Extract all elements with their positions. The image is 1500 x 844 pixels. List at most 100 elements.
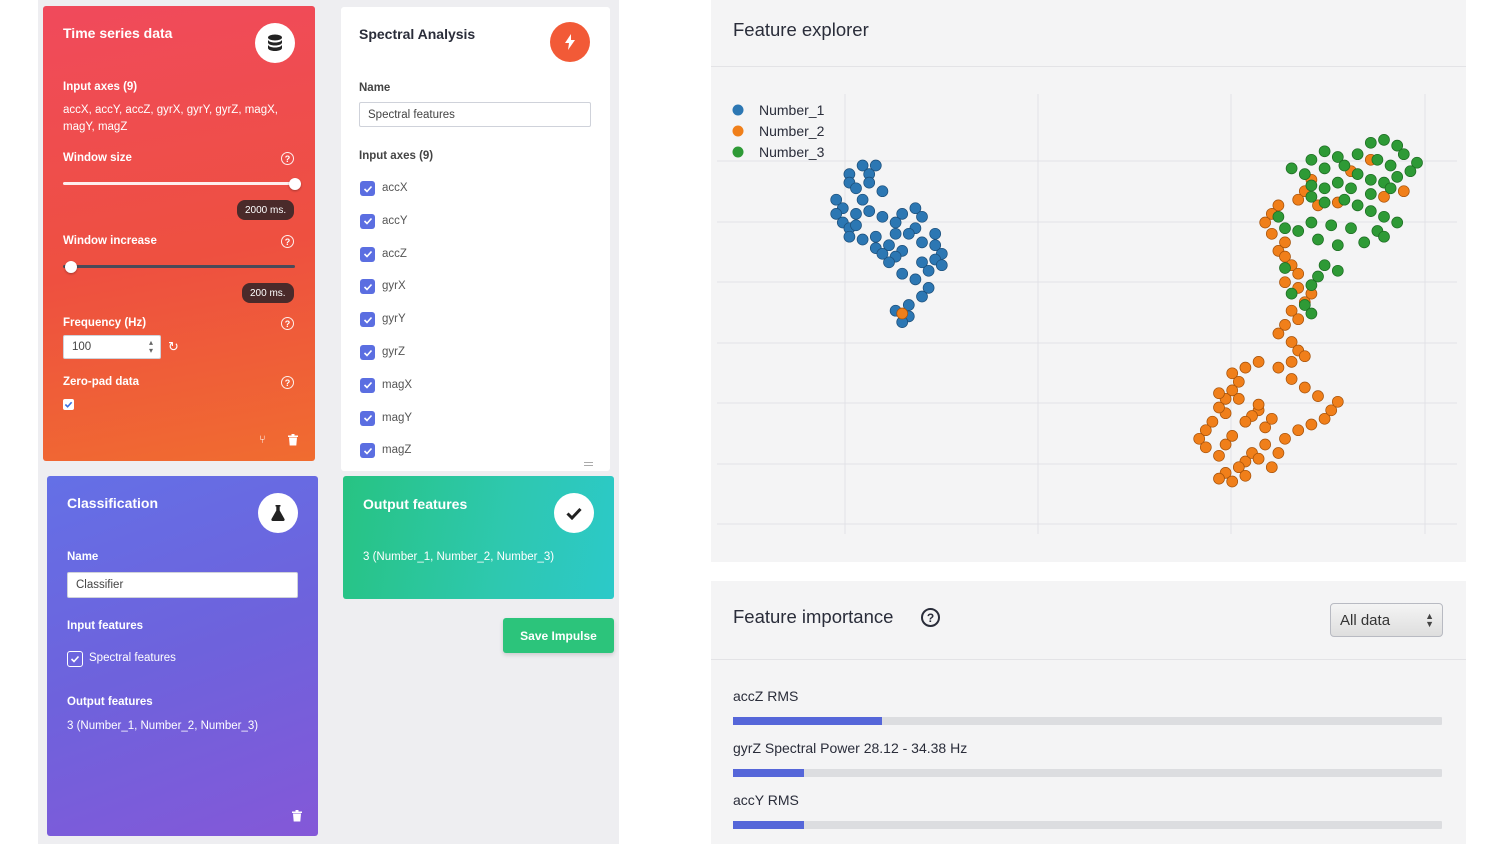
axis-checkbox-accZ[interactable] (360, 246, 375, 262)
scatter-point-number-1[interactable] (876, 185, 889, 198)
scatter-point-number-2[interactable] (1272, 327, 1285, 340)
scatter-point-number-2[interactable] (1265, 227, 1278, 240)
scatter-point-number-3[interactable] (1331, 239, 1344, 252)
scatter-point-number-2[interactable] (1239, 415, 1252, 428)
legend-label[interactable]: Number_2 (759, 123, 825, 139)
scatter-point-number-3[interactable] (1312, 233, 1324, 246)
scatter-point-number-3[interactable] (1272, 210, 1285, 223)
scatter-point-number-1[interactable] (850, 219, 862, 232)
scatter-point-number-3[interactable] (1371, 153, 1384, 166)
scatter-point-number-2[interactable] (1285, 356, 1298, 368)
axis-checkbox-gyrZ[interactable] (360, 345, 375, 360)
scatter-point-number-2[interactable] (1226, 475, 1239, 488)
scatter-point-number-2[interactable] (1213, 449, 1225, 462)
scatter-point-number-1[interactable] (916, 236, 928, 249)
scatter-point-number-1[interactable] (889, 227, 902, 240)
scatter-point-number-3[interactable] (1318, 182, 1331, 195)
scatter-point-number-2[interactable] (1213, 401, 1225, 414)
scatter-point-number-3[interactable] (1318, 145, 1331, 158)
axis-checkbox-accY[interactable] (360, 213, 375, 229)
window-size-slider[interactable] (63, 182, 295, 185)
scatter-point-number-2[interactable] (1259, 438, 1272, 451)
scatter-point-number-1[interactable] (856, 193, 869, 206)
scatter-point-number-3[interactable] (1279, 222, 1291, 235)
scatter-point-number-1[interactable] (909, 273, 922, 286)
help-icon[interactable]: ? (921, 608, 940, 627)
scatter-point-number-1[interactable] (869, 159, 882, 172)
axis-checkbox-magZ[interactable] (360, 443, 375, 459)
axis-checkbox-magX[interactable] (360, 377, 375, 393)
scatter-point-number-3[interactable] (1318, 162, 1331, 175)
spectral-name-input[interactable]: Spectral features (359, 102, 591, 127)
scatter-point-number-3[interactable] (1351, 148, 1364, 161)
refresh-icon[interactable]: ↻ (168, 339, 179, 355)
lightning-icon[interactable] (550, 22, 590, 62)
scatter-point-number-1[interactable] (916, 290, 928, 303)
scatter-point-number-2[interactable] (1199, 441, 1212, 454)
scatter-point-number-3[interactable] (1285, 287, 1298, 300)
scatter-point-number-2[interactable] (1259, 216, 1272, 229)
scatter-point-number-3[interactable] (1397, 148, 1410, 161)
check-icon[interactable] (554, 493, 594, 533)
scatter-point-number-2[interactable] (1252, 398, 1265, 411)
help-icon[interactable]: ? (281, 235, 294, 248)
scatter-point-number-3[interactable] (1305, 307, 1318, 320)
scatter-point-number-2[interactable] (1298, 350, 1311, 363)
scatter-point-number-1[interactable] (850, 182, 862, 195)
scatter-point-number-2[interactable] (1213, 387, 1225, 400)
scatter-point-number-1[interactable] (876, 247, 889, 260)
scatter-point-number-3[interactable] (1378, 134, 1390, 146)
scatter-point-number-2[interactable] (1272, 361, 1285, 374)
scatter-point-number-2[interactable] (1279, 432, 1291, 445)
scatter-point-number-3[interactable] (1384, 182, 1397, 195)
scatter-point-number-3[interactable] (1351, 168, 1364, 180)
scatter-point-number-1[interactable] (843, 230, 856, 243)
feature-explorer-scatter-plot[interactable]: Number_1 Number_2 Number_3 (711, 70, 1466, 560)
scatter-point-number-3[interactable] (1391, 171, 1404, 183)
scatter-point-number-3[interactable] (1364, 136, 1377, 149)
scatter-point-number-2[interactable] (1292, 193, 1305, 206)
scatter-point-number-1[interactable] (929, 227, 942, 240)
scatter-point-number-2[interactable] (1252, 452, 1265, 465)
scatter-point-number-3[interactable] (1391, 216, 1404, 229)
legend-label[interactable]: Number_1 (759, 102, 825, 118)
scatter-point-number-3[interactable] (1378, 230, 1390, 243)
help-icon[interactable]: ? (281, 376, 294, 389)
scatter-point-number-2[interactable] (1312, 390, 1324, 402)
scatter-point-number-3[interactable] (1331, 264, 1344, 277)
scatter-point-number-2[interactable] (1265, 461, 1278, 474)
scatter-point-number-2[interactable] (1226, 430, 1239, 442)
stepper-arrows-icon[interactable]: ▴ ▾ (149, 339, 153, 355)
scatter-point-number-1[interactable] (856, 233, 869, 246)
scatter-point-number-3[interactable] (1305, 190, 1318, 203)
axis-checkbox-gyrX[interactable] (360, 279, 375, 295)
scatter-point-number-3[interactable] (1318, 196, 1331, 209)
scatter-point-number-2[interactable] (896, 307, 909, 320)
scatter-point-number-3[interactable] (1345, 182, 1357, 195)
scatter-point-number-1[interactable] (896, 267, 909, 280)
scatter-point-number-3[interactable] (1279, 262, 1291, 274)
axis-checkbox-gyrY[interactable] (360, 312, 375, 328)
scatter-point-number-2[interactable] (1285, 373, 1298, 385)
scatter-point-number-1[interactable] (869, 230, 882, 243)
classification-name-input[interactable]: Classifier (67, 572, 298, 598)
scatter-point-number-1[interactable] (850, 208, 862, 220)
axis-checkbox-accX[interactable] (360, 181, 375, 196)
scatter-point-number-2[interactable] (1292, 267, 1305, 280)
scatter-point-number-3[interactable] (1345, 222, 1357, 235)
scatter-point-number-3[interactable] (1364, 205, 1377, 217)
scatter-point-number-2[interactable] (1279, 276, 1291, 289)
scatter-point-number-2[interactable] (1252, 356, 1265, 368)
scatter-point-number-3[interactable] (1384, 159, 1397, 172)
scatter-point-number-3[interactable] (1358, 236, 1371, 249)
scatter-point-number-3[interactable] (1364, 173, 1377, 186)
scatter-point-number-1[interactable] (863, 176, 876, 189)
scatter-point-number-2[interactable] (1292, 424, 1305, 437)
scatter-point-number-3[interactable] (1292, 225, 1305, 237)
window-increase-slider[interactable] (63, 265, 295, 268)
scatter-point-number-3[interactable] (1325, 219, 1338, 232)
scatter-point-number-3[interactable] (1338, 159, 1351, 172)
scatter-point-number-1[interactable] (922, 264, 935, 277)
scatter-point-number-1[interactable] (863, 205, 876, 217)
scatter-point-number-2[interactable] (1272, 447, 1285, 459)
